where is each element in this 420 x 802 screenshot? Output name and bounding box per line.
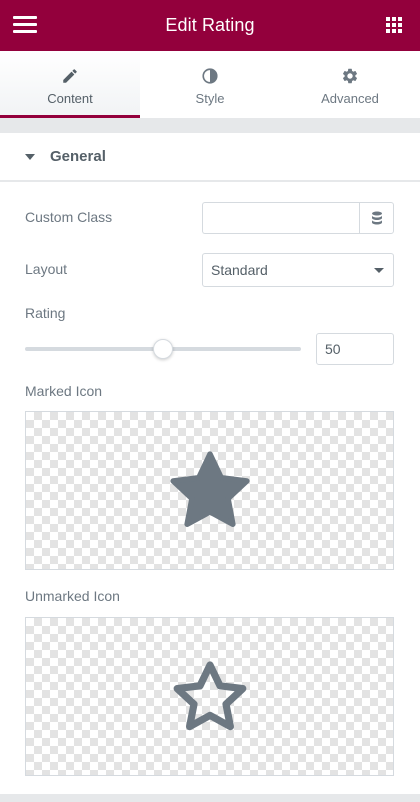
- marked-icon-picker[interactable]: [25, 411, 394, 570]
- rating-number-input[interactable]: 50: [316, 333, 394, 365]
- tab-bar: Content Style Advanced: [0, 51, 420, 118]
- star-filled-icon: [169, 450, 250, 527]
- rating-slider-handle[interactable]: [153, 339, 173, 359]
- rating-value: 50: [325, 341, 341, 357]
- panel-title: Edit Rating: [165, 15, 255, 35]
- rating-label: Rating: [25, 305, 66, 321]
- section-toggle-general[interactable]: General: [0, 133, 420, 181]
- controls-panel: Custom Class Layout Standard Rating 50 M…: [0, 182, 420, 794]
- marked-icon-label: Marked Icon: [25, 383, 103, 399]
- caret-down-icon: [25, 153, 35, 160]
- tab-label: Content: [47, 91, 93, 106]
- unmarked-icon-label: Unmarked Icon: [25, 588, 120, 604]
- unmarked-icon-picker[interactable]: [25, 617, 394, 776]
- custom-class-label: Custom Class: [25, 209, 113, 225]
- rating-slider[interactable]: [25, 339, 301, 359]
- layout-select[interactable]: Standard: [202, 253, 394, 287]
- grid-icon[interactable]: [386, 17, 402, 33]
- tab-label: Advanced: [321, 91, 379, 106]
- layout-label: Layout: [25, 261, 68, 277]
- tab-content[interactable]: Content: [0, 51, 140, 118]
- top-bar: Edit Rating: [0, 0, 420, 51]
- layout-value: Standard: [211, 262, 268, 278]
- half-circle-icon: [202, 68, 218, 84]
- tab-advanced[interactable]: Advanced: [280, 51, 420, 118]
- gear-icon: [342, 68, 358, 84]
- tab-label: Style: [195, 91, 225, 106]
- database-icon: [371, 211, 382, 225]
- tab-style[interactable]: Style: [140, 51, 280, 118]
- dynamic-tags-button[interactable]: [359, 202, 394, 234]
- pencil-icon: [63, 69, 77, 83]
- chevron-down-icon: [374, 268, 384, 273]
- section-title: General: [50, 148, 106, 165]
- star-outline-icon: [173, 660, 246, 730]
- hamburger-icon[interactable]: [13, 16, 37, 36]
- custom-class-input[interactable]: [202, 202, 360, 234]
